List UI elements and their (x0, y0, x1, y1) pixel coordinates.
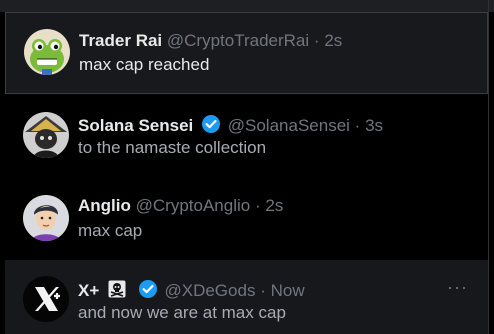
display-name[interactable]: X+ (78, 281, 99, 300)
tweet-text: and now we are at max cap (78, 303, 286, 322)
tweet-item[interactable]: Solana Sensei @SolanaSensei · 3s to the … (5, 94, 488, 178)
separator-dot: · (354, 116, 361, 135)
timestamp[interactable]: 2s (324, 31, 342, 50)
user-handle[interactable]: @CryptoTraderRai (167, 31, 309, 50)
verified-badge-icon[interactable] (201, 114, 221, 139)
samurai-avatar-icon[interactable] (23, 112, 69, 158)
separator-dot: · (260, 281, 266, 300)
separator-dot: · (313, 31, 320, 50)
display-name[interactable]: Solana Sensei (78, 116, 193, 135)
more-options-button[interactable]: ··· (447, 278, 468, 296)
timestamp[interactable]: Now (271, 281, 305, 300)
tweet-item[interactable]: Trader Rai @CryptoTraderRai · 2s max cap… (5, 12, 488, 94)
tweet-text: to the namaste collection (78, 138, 267, 157)
column-border (488, 0, 489, 334)
user-handle[interactable]: @SolanaSensei (228, 116, 350, 135)
verified-badge-icon[interactable] (138, 279, 158, 304)
user-handle[interactable]: @CryptoAnglio (136, 196, 251, 215)
top-divider (0, 0, 494, 12)
tweet-text: max cap reached (79, 55, 210, 74)
tweet-feed: Trader Rai @CryptoTraderRai · 2s max cap… (0, 0, 494, 334)
skull-crossbones-icon (108, 280, 126, 303)
frog-avatar-icon[interactable] (24, 29, 70, 75)
person-avatar-icon[interactable] (23, 195, 69, 241)
display-name[interactable]: Anglio (78, 196, 131, 215)
tweet-text: max cap (78, 221, 143, 240)
tweet-item[interactable]: Anglio @CryptoAnglio · 2s max cap (5, 178, 488, 260)
timestamp[interactable]: 3s (365, 116, 383, 135)
x-logo-avatar-icon[interactable] (23, 276, 69, 322)
separator-dot: · (254, 196, 261, 215)
timestamp[interactable]: 2s (265, 196, 283, 215)
display-name[interactable]: Trader Rai (79, 31, 162, 50)
user-handle[interactable]: @XDeGods (164, 281, 255, 300)
tweet-item[interactable]: X+ @XDeGods · Now ··· and now we are at … (5, 260, 488, 334)
